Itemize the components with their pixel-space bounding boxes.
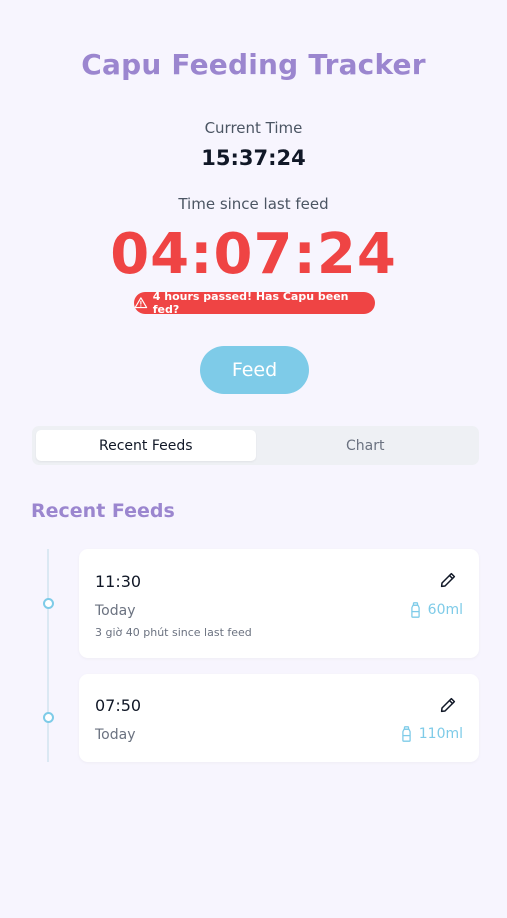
feed-time: 07:50 bbox=[95, 696, 142, 715]
feed-time: 11:30 bbox=[95, 572, 142, 591]
feed-day: Today bbox=[95, 727, 136, 743]
pencil-icon[interactable] bbox=[439, 696, 457, 714]
feed-amount-text: 60ml bbox=[427, 602, 463, 618]
current-time-value: 15:37:24 bbox=[201, 146, 306, 170]
overdue-alert-badge: 4 hours passed! Has Capu been fed? bbox=[134, 290, 375, 316]
warning-triangle-icon bbox=[134, 297, 148, 309]
feed-button[interactable]: Feed bbox=[200, 346, 309, 394]
view-tabs: Recent Feeds Chart bbox=[32, 426, 479, 465]
timeline-dot bbox=[43, 712, 54, 723]
recent-feeds-heading: Recent Feeds bbox=[31, 500, 175, 522]
timeline-dot bbox=[43, 598, 54, 609]
feed-card: 07:50 Today 110ml bbox=[79, 674, 479, 762]
since-last-feed-timer: 04:07:24 bbox=[110, 222, 397, 287]
current-time-label: Current Time bbox=[204, 119, 303, 137]
bottle-icon bbox=[410, 602, 420, 618]
bottle-icon bbox=[402, 726, 411, 742]
overdue-alert-text: 4 hours passed! Has Capu been fed? bbox=[152, 290, 349, 316]
feed-card: 11:30 Today 60ml 3 giờ 40 phút since las… bbox=[79, 549, 479, 658]
since-last-feed-label: Time since last feed bbox=[178, 195, 329, 213]
feed-amount: 110ml bbox=[400, 726, 463, 742]
feed-amount-text: 110ml bbox=[418, 726, 463, 742]
feed-amount: 60ml bbox=[409, 602, 463, 618]
feed-interval-note: 3 giờ 40 phút since last feed bbox=[95, 626, 252, 639]
app-title: Capu Feeding Tracker bbox=[81, 48, 426, 81]
timeline-line bbox=[47, 549, 49, 762]
feed-day: Today bbox=[95, 603, 136, 619]
tab-recent-feeds[interactable]: Recent Feeds bbox=[36, 430, 256, 461]
tab-chart[interactable]: Chart bbox=[256, 430, 476, 461]
pencil-icon[interactable] bbox=[439, 571, 457, 589]
